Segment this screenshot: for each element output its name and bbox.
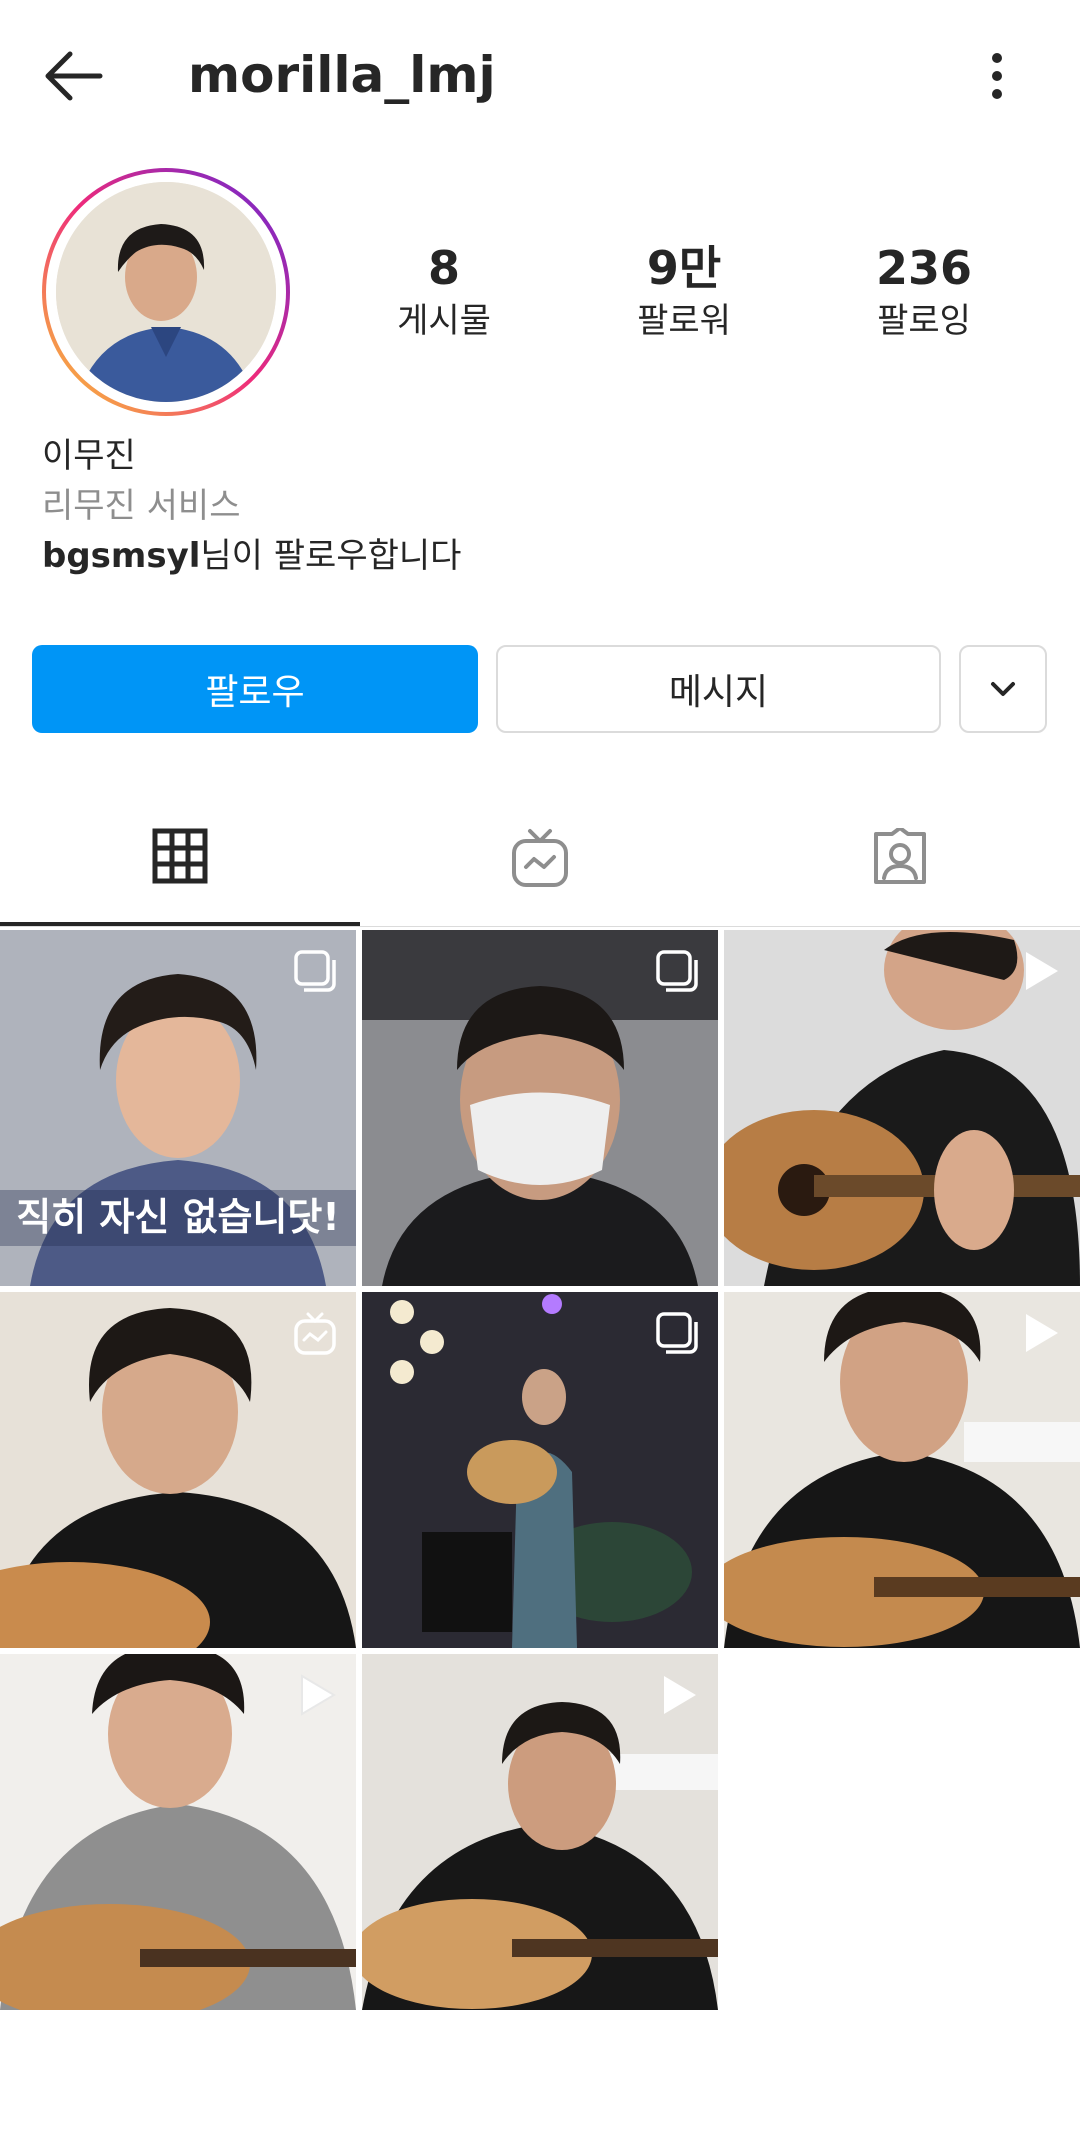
tab-posts-grid[interactable] xyxy=(0,790,360,926)
following-count-label: 팔로잉 xyxy=(877,301,971,341)
story-ring[interactable] xyxy=(42,168,290,416)
post-thumbnail-2[interactable] xyxy=(362,930,718,1286)
posts-count-value: 8 xyxy=(427,241,460,295)
post-thumbnail-5[interactable] xyxy=(362,1292,718,1648)
followers-count[interactable]: 9만 팔로워 xyxy=(584,238,784,344)
igtv-icon xyxy=(512,829,568,887)
post-thumbnail-8[interactable] xyxy=(362,1654,718,2010)
carousel-icon xyxy=(656,1312,698,1354)
grid-icon xyxy=(152,828,208,884)
followed-by-suffix: 님이 팔로우합니다 xyxy=(200,536,462,576)
post-thumbnail-1[interactable]: 직히 자신 없습니닷! xyxy=(0,930,356,1286)
posts-count-label: 게시물 xyxy=(397,301,491,341)
suggested-accounts-button[interactable] xyxy=(959,645,1047,733)
followed-by-username[interactable]: bgsmsyl xyxy=(42,536,200,576)
posts-count[interactable]: 8 게시물 xyxy=(344,238,544,344)
back-arrow-icon[interactable] xyxy=(40,42,108,110)
follow-button[interactable]: 팔로우 xyxy=(32,645,478,733)
top-bar: morilla_lmj xyxy=(0,0,1080,150)
profile-category: 리무진 서비스 xyxy=(42,486,241,526)
profile-tabs xyxy=(0,790,1080,927)
post-thumbnail-4[interactable] xyxy=(0,1292,356,1648)
followers-count-value: 9만 xyxy=(646,241,722,295)
message-button[interactable]: 메시지 xyxy=(496,645,941,733)
followed-by-text[interactable]: bgsmsyl님이 팔로우합니다 xyxy=(42,532,461,580)
more-options-icon[interactable] xyxy=(980,44,1014,108)
video-play-icon xyxy=(1026,1314,1058,1352)
chevron-down-icon xyxy=(991,682,1015,696)
post-thumbnail-7[interactable] xyxy=(0,1654,356,2010)
video-play-icon xyxy=(664,1676,696,1714)
followers-count-label: 팔로워 xyxy=(637,301,731,341)
video-play-icon xyxy=(1026,952,1058,990)
carousel-icon xyxy=(294,950,336,992)
post-thumbnail-3[interactable] xyxy=(724,930,1080,1286)
carousel-icon xyxy=(656,950,698,992)
post-caption-overlay: 직히 자신 없습니닷! xyxy=(16,1195,340,1239)
video-play-icon xyxy=(301,1674,336,1716)
following-count[interactable]: 236 팔로잉 xyxy=(824,238,1024,344)
post-thumbnail-6[interactable] xyxy=(724,1292,1080,1648)
profile-username: morilla_lmj xyxy=(188,46,496,104)
tagged-icon xyxy=(874,828,926,884)
avatar xyxy=(56,182,276,402)
following-count-value: 236 xyxy=(875,241,973,295)
tab-tagged[interactable] xyxy=(720,790,1080,926)
profile-full-name: 이무진 xyxy=(42,436,136,476)
igtv-badge-icon xyxy=(294,1312,336,1355)
tab-igtv[interactable] xyxy=(360,790,720,926)
